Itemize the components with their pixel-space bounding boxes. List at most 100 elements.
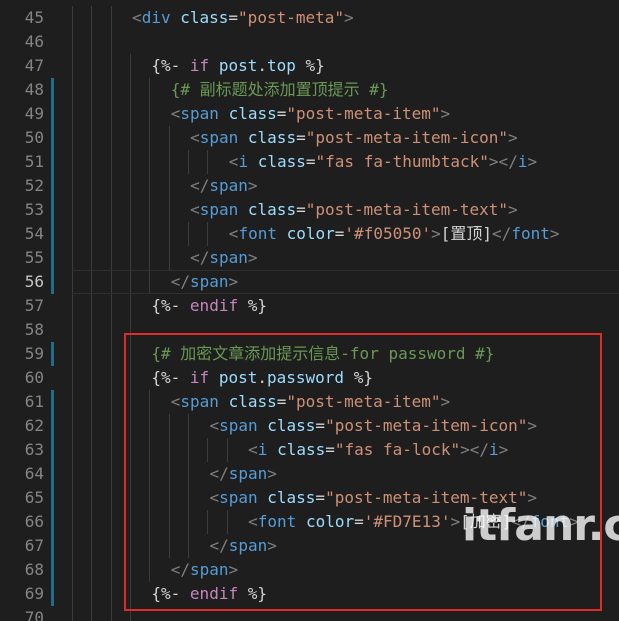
git-modified-marker: [51, 126, 54, 150]
code-line[interactable]: 63 <i class="fas fa-lock"></i>: [0, 438, 619, 462]
line-number: 69: [24, 584, 44, 603]
code-line[interactable]: 64 </span>: [0, 462, 619, 486]
code-text: {%- if post.password %}: [151, 366, 373, 390]
code-text: <span class="post-meta-item">: [171, 390, 450, 414]
line-number: 45: [24, 8, 44, 27]
code-line[interactable]: 70: [0, 606, 619, 621]
code-token: {%-: [151, 56, 190, 75]
code-editor[interactable]: 45 <div class="post-meta"> 46 47 {%- if post…: [0, 0, 619, 621]
code-text: <span class="post-meta-item-text">: [190, 198, 518, 222]
code-token: <: [209, 416, 220, 435]
code-text: <i class="fas fa-lock"></i>: [248, 438, 508, 462]
code-token: [加密]: [460, 512, 512, 531]
code-line[interactable]: 48 {# 副标题处添加置顶提示 #}: [0, 78, 619, 102]
code-token: class: [228, 104, 277, 123]
code-token: >: [527, 152, 538, 171]
indent-guide: [149, 150, 151, 174]
code-line[interactable]: 68 </span>: [0, 558, 619, 582]
code-text: </span>: [171, 558, 238, 582]
indent-guide: [110, 30, 112, 54]
line-number: 61: [24, 392, 44, 411]
indent-guide: [188, 510, 190, 534]
code-line[interactable]: 54 <font color='#f05050'>[置顶]</font>: [0, 222, 619, 246]
code-token: post: [218, 56, 258, 75]
code-token: >: [440, 104, 451, 123]
indent-guide: [188, 150, 190, 174]
code-line[interactable]: 65 <span class="post-meta-item-text">: [0, 486, 619, 510]
indent-guide: [226, 438, 228, 462]
code-line[interactable]: 69 {%- endif %}: [0, 582, 619, 606]
indent-guide: [130, 582, 132, 606]
code-token: post: [218, 368, 258, 387]
code-line[interactable]: 46: [0, 30, 619, 54]
indent-guide: [72, 582, 73, 606]
code-line[interactable]: 66 <font color='#FD7E13'>[加密]</font>: [0, 510, 619, 534]
indent-guide: [168, 414, 170, 438]
code-text: </span>: [209, 534, 276, 558]
git-modified-marker: [51, 102, 54, 126]
code-line[interactable]: 61 <span class="post-meta-item">: [0, 390, 619, 414]
line-number: 51: [24, 152, 44, 171]
indent-guide: [91, 30, 93, 54]
indent-guide: [130, 198, 132, 222]
indent-guide: [226, 510, 228, 534]
code-line[interactable]: 45 <div class="post-meta">: [0, 6, 619, 30]
code-token: </: [492, 224, 512, 243]
code-line[interactable]: 62 <span class="post-meta-item-icon">: [0, 414, 619, 438]
code-line[interactable]: 51 <i class="fas fa-thumbtack"></i>: [0, 150, 619, 174]
code-token: span: [180, 104, 219, 123]
line-number: 50: [24, 128, 44, 147]
code-token: {%-: [151, 296, 190, 315]
code-text: {# 加密文章添加提示信息-for password #}: [151, 342, 494, 366]
indent-guide: [168, 246, 170, 270]
code-text: </span>: [190, 174, 257, 198]
code-token: "post-meta-item-text": [325, 488, 528, 507]
code-line[interactable]: 67 </span>: [0, 534, 619, 558]
code-token: class: [257, 152, 306, 171]
indent-guide: [110, 342, 112, 366]
code-token: =: [334, 224, 345, 243]
indent-guide: [72, 174, 73, 198]
indent-guide: [168, 150, 170, 174]
code-token: <: [209, 488, 220, 507]
code-token: span: [228, 536, 268, 555]
code-token: i: [489, 440, 499, 459]
indent-guide: [91, 246, 93, 270]
code-text: <font color='#f05050'>[置顶]</font>: [229, 222, 560, 246]
indent-guide: [91, 366, 93, 390]
line-number: 48: [24, 80, 44, 99]
indent-guide: [188, 534, 190, 558]
indent-guide: [72, 222, 73, 246]
code-token: <: [132, 8, 142, 27]
code-token: </: [170, 272, 191, 291]
code-token: </: [209, 536, 229, 555]
code-token: %}: [238, 296, 267, 315]
code-line[interactable]: 56 </span>: [0, 270, 619, 294]
indent-guide: [130, 510, 132, 534]
indent-guide: [110, 54, 112, 78]
indent-guide: [149, 270, 151, 294]
code-line[interactable]: 50 <span class="post-meta-item-icon">: [0, 126, 619, 150]
git-modified-marker: [51, 222, 54, 246]
indent-guide: [91, 126, 93, 150]
code-token: font: [511, 224, 550, 243]
indent-guide: [110, 390, 112, 414]
code-token: <: [170, 392, 181, 411]
git-modified-marker: [51, 582, 54, 606]
code-line[interactable]: 59 {# 加密文章添加提示信息-for password #}: [0, 342, 619, 366]
code-line[interactable]: 52 </span>: [0, 174, 619, 198]
code-line[interactable]: 55 </span>: [0, 246, 619, 270]
code-line[interactable]: 60 {%- if post.password %}: [0, 366, 619, 390]
indent-guide: [72, 510, 73, 534]
code-line[interactable]: 47 {%- if post.top %}: [0, 54, 619, 78]
code-line[interactable]: 57 {%- endif %}: [0, 294, 619, 318]
code-line[interactable]: 58: [0, 318, 619, 342]
code-line[interactable]: 53 <span class="post-meta-item-text">: [0, 198, 619, 222]
indent-guide: [91, 414, 93, 438]
indent-guide: [168, 198, 170, 222]
git-modified-marker: [51, 78, 54, 102]
indent-guide: [91, 54, 93, 78]
code-token: {%-: [151, 368, 190, 387]
code-line[interactable]: 49 <span class="post-meta-item">: [0, 102, 619, 126]
